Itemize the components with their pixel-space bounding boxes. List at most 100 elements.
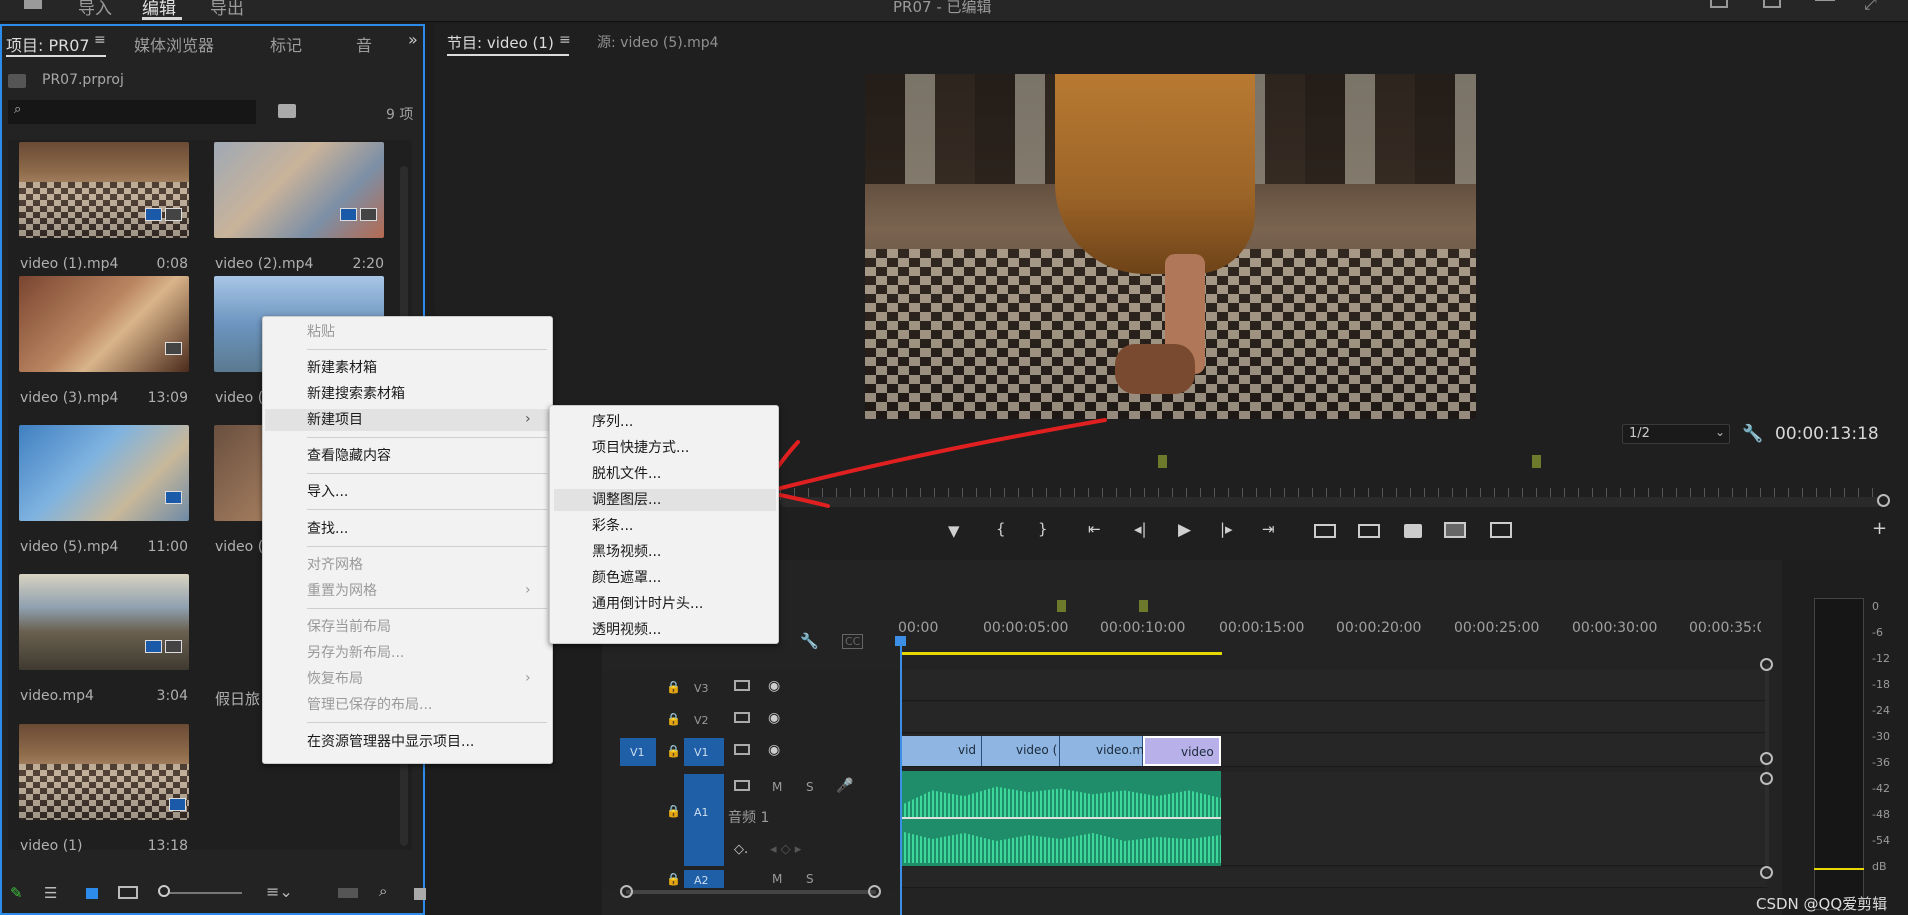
submenu-shortcut[interactable]: 项目快捷方式... [592,437,689,459]
clip-1[interactable]: vid [900,736,982,766]
menu-restore-layout[interactable]: 恢复布局 [307,668,363,690]
mute-button[interactable]: M [772,872,782,886]
thumbnail-video-1[interactable] [19,142,189,238]
thumbnail-video-5[interactable] [19,425,189,521]
resolution-select[interactable]: 1/2 ⌄ [1622,424,1730,444]
find-icon[interactable] [278,104,296,118]
prev-keyframe-icon[interactable]: ◂ ◇ ▸ [770,842,801,857]
submenu-bars-tone[interactable]: 彩条... [592,515,633,537]
vscroll-handle-mid[interactable] [1760,752,1773,765]
menu-new-bin[interactable]: 新建素材箱 [307,357,377,379]
submenu-black-video[interactable]: 黑场视频... [592,541,661,563]
lock-icon[interactable]: 🔒 [666,804,681,818]
quick-export-icon[interactable] [1710,0,1728,8]
submenu-adjustment-layer[interactable]: 调整图层... [592,489,661,511]
submenu-transparent-video[interactable]: 透明视频... [592,619,661,641]
go-to-out-icon[interactable]: ⇥ [1262,520,1275,538]
linked-selection-icon[interactable]: 🔧 [800,632,819,650]
clip-2[interactable]: video ( [982,736,1060,766]
lock-icon[interactable]: 🔒 [666,872,681,886]
sync-lock-icon[interactable] [734,680,750,691]
sort-icon[interactable]: ≡⌄ [266,882,293,901]
captions-icon[interactable]: CC [842,634,864,649]
step-back-icon[interactable]: ◂| [1134,520,1147,538]
hscroll-handle-left[interactable] [620,885,633,898]
list-view-icon[interactable]: ☰ [44,884,57,902]
settings-wrench-icon[interactable]: 🔧 [1742,424,1763,444]
menu-save-as-layout[interactable]: 另存为新布局... [307,642,404,664]
eye-icon[interactable]: ◉ [768,678,780,694]
menu-view-hidden[interactable]: 查看隐藏内容 [307,445,391,467]
go-to-in-icon[interactable]: ⇤ [1088,520,1101,538]
automate-icon[interactable] [338,888,358,898]
menu-new-item[interactable]: 新建项目 [307,409,363,431]
lift-icon[interactable] [1314,524,1336,538]
add-marker-icon[interactable]: ▼ [948,522,960,540]
play-icon[interactable]: ▶ [1178,520,1191,540]
program-menu-icon[interactable]: ≡ [559,32,571,48]
timeline-vscroll[interactable] [1765,664,1769,874]
menu-manage-layouts[interactable]: 管理已保存的布局... [307,694,432,716]
solo-button[interactable]: S [806,872,814,886]
eye-icon[interactable]: ◉ [768,710,780,726]
find-bottom-icon[interactable]: ⌕ [379,882,387,900]
nav-export[interactable]: 导出 [210,0,244,19]
tab-project[interactable]: 项目: PR07 [6,32,90,56]
tab-markers[interactable]: 标记 [270,32,302,56]
icon-view-icon[interactable] [86,888,98,899]
mark-in-icon[interactable]: { [996,520,1006,538]
playhead-handle[interactable] [895,636,906,646]
step-forward-icon[interactable]: |▸ [1220,520,1233,538]
comparison-view-icon[interactable] [1444,522,1466,538]
vscroll-handle-top[interactable] [1760,658,1773,671]
nav-import[interactable]: 导入 [78,0,112,19]
sync-lock-icon[interactable] [734,712,750,723]
mute-button[interactable]: M [772,780,782,794]
vscroll-handle-bottom[interactable] [1760,866,1773,879]
submenu-countdown[interactable]: 通用倒计时片头... [592,593,703,615]
track-target-a1[interactable]: A1 [684,774,724,866]
track-target-v1[interactable]: V1 [684,738,724,766]
playhead[interactable] [900,638,902,915]
submenu-offline-file[interactable]: 脱机文件... [592,463,661,485]
clip-3[interactable]: video.m [1060,736,1144,766]
new-bin-icon[interactable] [414,888,426,900]
expand-icon[interactable]: ⤢ [1864,0,1877,14]
menu-import[interactable]: 导入... [307,481,348,503]
workspaces-icon[interactable] [1815,0,1835,1]
export-frame-icon[interactable] [1404,524,1422,538]
more-tabs-icon[interactable]: » [408,30,418,49]
timeline-marker-icon[interactable] [1139,600,1148,612]
microphone-icon[interactable]: 🎤 [836,778,853,794]
sync-lock-icon[interactable] [734,744,750,755]
thumbnail-video-7[interactable] [19,574,189,670]
thumbnail-video-3[interactable] [19,276,189,372]
marker-icon[interactable] [1158,455,1167,468]
menu-find[interactable]: 查找... [307,518,348,540]
thumbnail-video-2[interactable] [214,142,384,238]
clip-4-selected[interactable]: video [1143,736,1221,766]
button-editor-icon[interactable]: + [1872,518,1887,539]
menu-align-grid[interactable]: 对齐网格 [307,554,363,576]
submenu-color-matte[interactable]: 颜色遮罩... [592,567,661,589]
sync-lock-icon[interactable] [734,780,750,791]
home-icon[interactable] [18,0,48,11]
search-input[interactable]: ⌕ [8,100,256,124]
solo-button[interactable]: S [806,780,814,794]
marker-icon[interactable] [1532,455,1541,468]
fullscreen-icon[interactable] [1763,0,1781,8]
menu-paste[interactable]: 粘贴 [307,321,335,343]
tab-source[interactable]: 源: video (5).mp4 [597,32,719,52]
zoom-handle[interactable] [1877,494,1890,507]
tab-program[interactable]: 节目: video (1) [447,32,554,53]
pencil-icon[interactable]: ✎ [10,884,23,902]
tab-audio[interactable]: 音 [356,32,378,56]
menu-new-search-bin[interactable]: 新建搜索素材箱 [307,383,405,405]
menu-save-layout[interactable]: 保存当前布局 [307,616,391,638]
zoom-slider[interactable] [164,892,242,894]
audio-clip[interactable] [900,771,1221,866]
vscroll-handle-mid2[interactable] [1760,772,1773,785]
eye-icon[interactable]: ◉ [768,742,780,758]
freeform-view-icon[interactable] [118,886,138,899]
panel-menu-icon[interactable]: ≡ [94,32,106,48]
